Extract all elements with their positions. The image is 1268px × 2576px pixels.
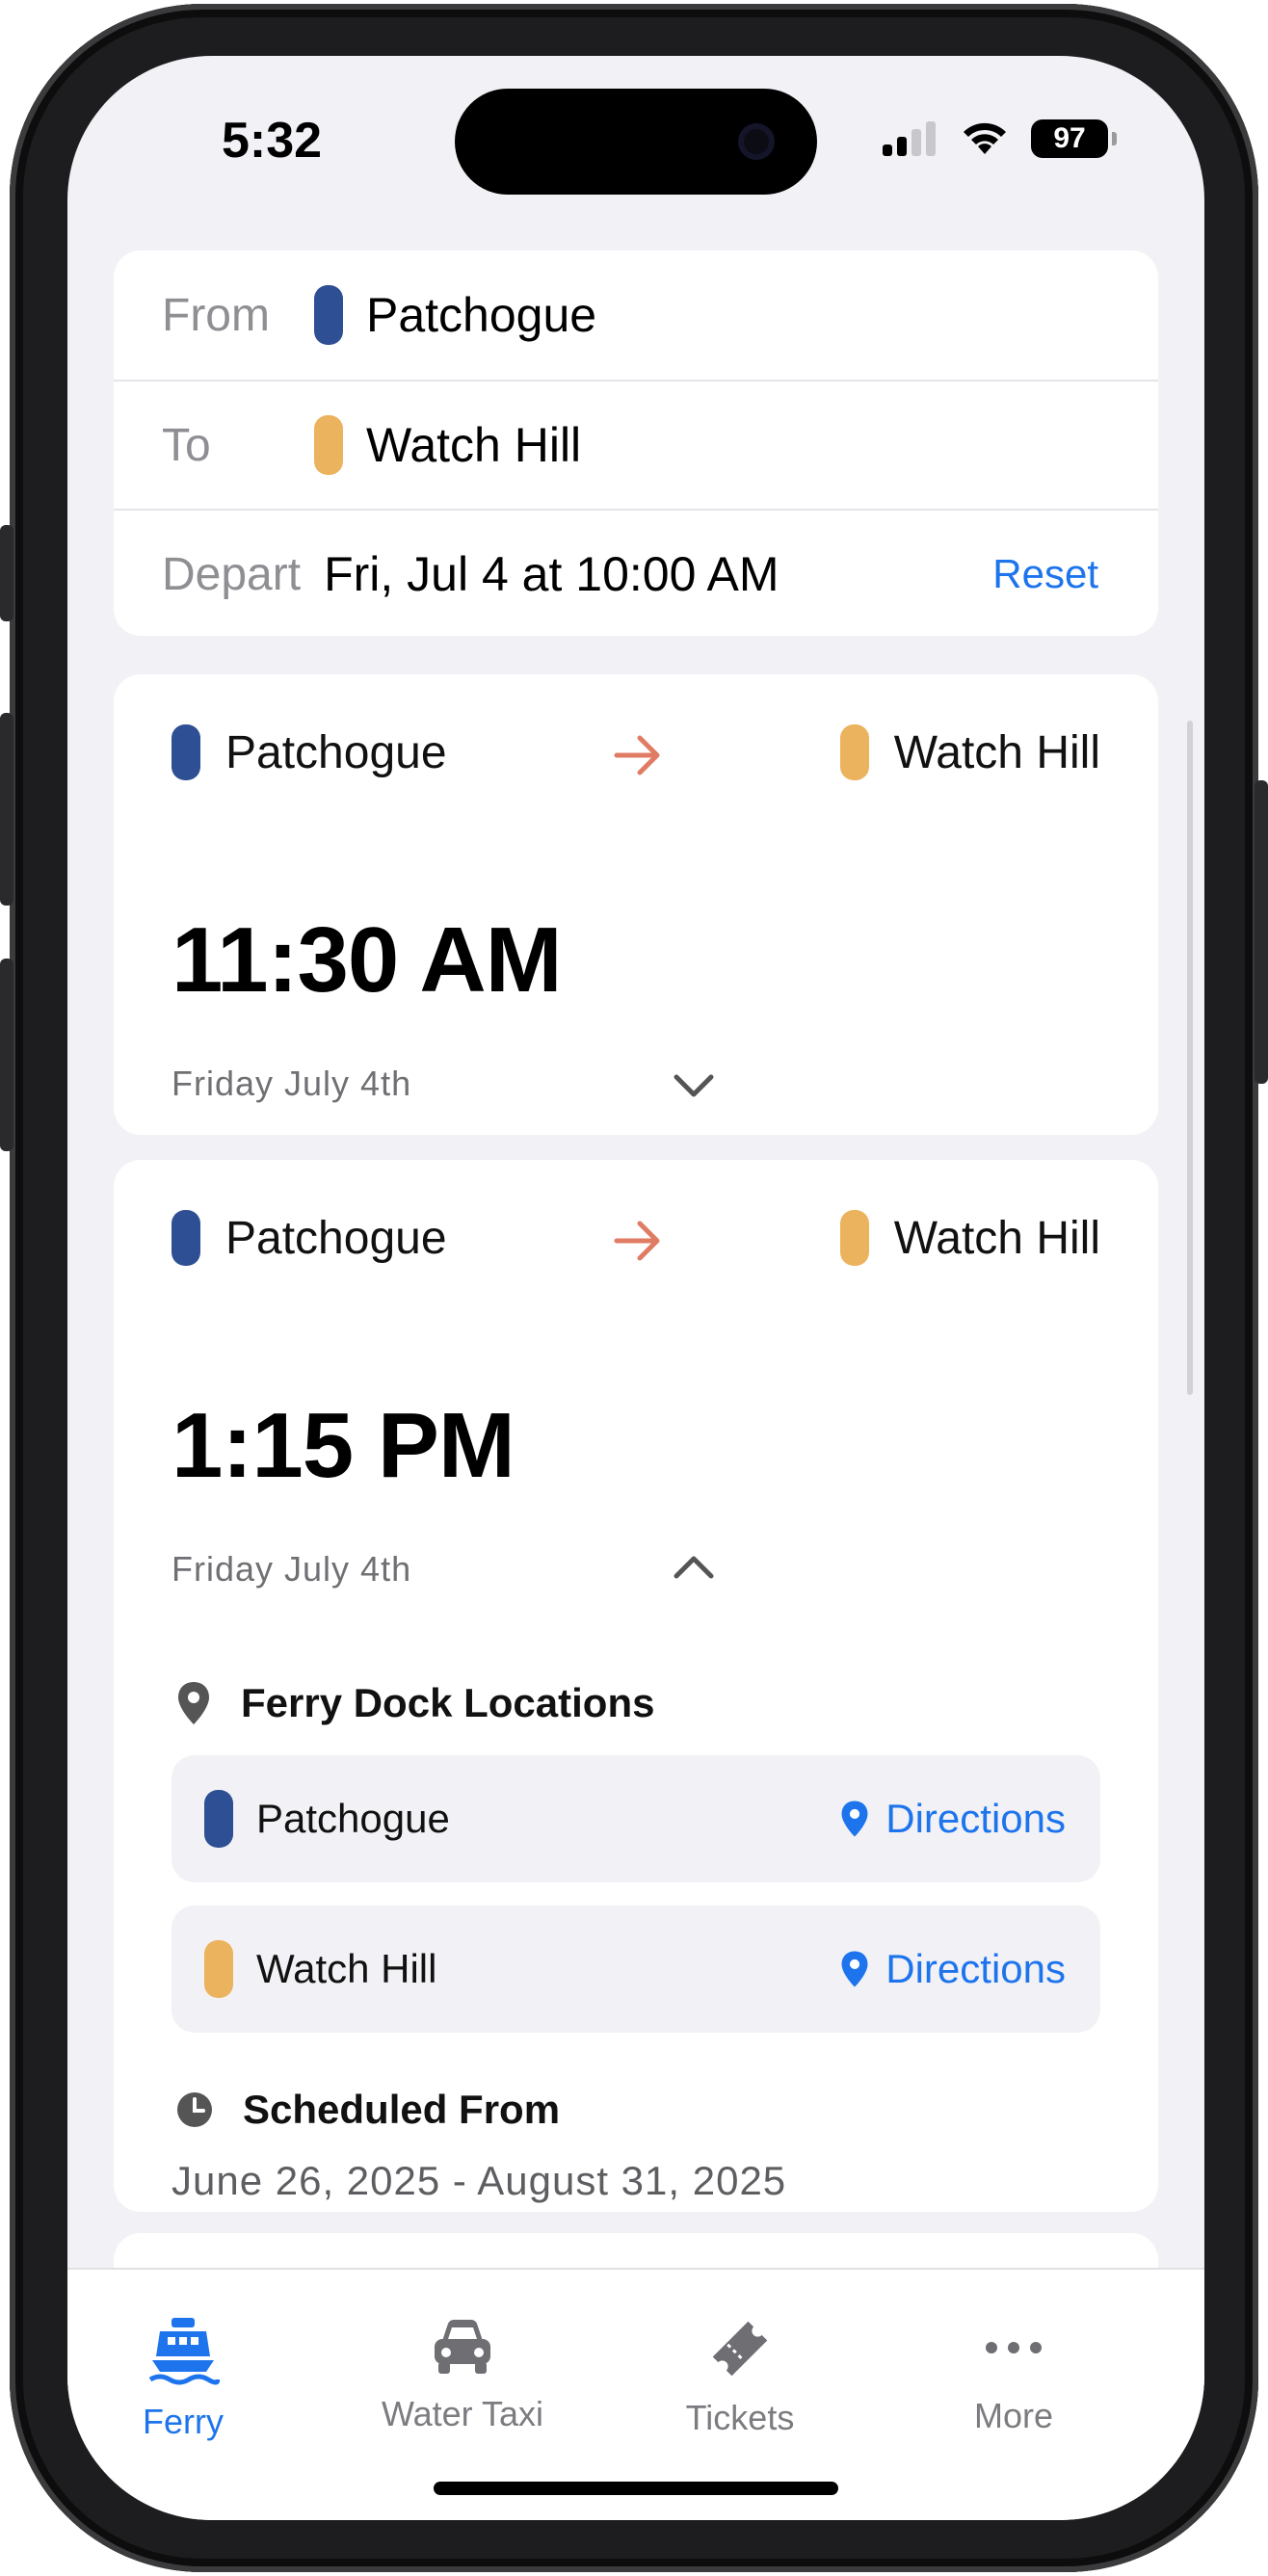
schedule-title-text: Scheduled From [243,2087,561,2132]
tab-label: Ferry [143,2402,224,2441]
trip-origin-name: Patchogue [225,1212,447,1264]
directions-label: Directions [885,1796,1066,1841]
tab-bar: Ferry Water Taxi Tickets More [67,2268,1204,2520]
trip-date: Friday July 4th [172,1549,412,1589]
tab-label: Tickets [685,2398,795,2437]
trip-route: Patchogue Watch Hill [172,724,1100,786]
watch-hill-marker [314,415,343,475]
from-label: From [162,289,270,341]
screen: 5:32 97 From Patchogue To Watch Hill Dep… [67,56,1204,2520]
tab-tickets[interactable]: Tickets [624,2314,856,2438]
trip-departure-time: 1:15 PM [172,1394,515,1497]
route-search-card: From Patchogue To Watch Hill Depart Fri,… [114,250,1158,636]
action-button [0,525,13,621]
ellipsis-icon [986,2342,1042,2353]
status-time: 5:32 [222,113,323,169]
to-label: To [162,419,211,471]
dock-name: Watch Hill [256,1946,437,1991]
depart-row[interactable]: Depart Fri, Jul 4 at 10:00 AM Reset [114,509,1158,638]
ferry-icon [148,2318,221,2385]
scroll-indicator[interactable] [1187,721,1193,1395]
location-pin-icon [841,1801,868,1837]
side-button [1255,780,1268,1084]
from-row[interactable]: From Patchogue [114,250,1158,380]
trip-card-expanded[interactable]: Patchogue Watch Hill 1:15 PM Friday July… [114,1160,1158,2212]
dynamic-island [455,89,817,195]
from-value: Patchogue [366,288,597,342]
trip-destination-name: Watch Hill [893,1212,1100,1264]
trip-destination: Watch Hill [839,724,1100,780]
trip-destination-name: Watch Hill [893,726,1100,778]
patchogue-marker [314,285,343,345]
trip-origin: Patchogue [172,1210,447,1266]
tab-label: More [973,2396,1054,2435]
dock-row-watch-hill: Watch Hill Directions [172,1906,1100,2033]
depart-label: Depart [162,548,302,600]
directions-button[interactable]: Directions [839,1946,1066,1992]
home-indicator[interactable] [434,2482,838,2495]
status-icons: 97 [881,119,1117,158]
trip-origin: Patchogue [172,724,447,780]
camera-icon [738,123,775,160]
battery-level: 97 [1053,122,1086,154]
watch-hill-marker [839,1210,869,1266]
depart-value: Fri, Jul 4 at 10:00 AM [324,547,779,601]
battery-icon: 97 [1031,119,1117,158]
schedule-range: June 26, 2025 - August 31, 2025 [172,2158,787,2203]
docks-title-text: Ferry Dock Locations [241,1680,655,1725]
volume-up-button [0,713,13,906]
arrow-right-icon [614,1221,660,1261]
directions-button[interactable]: Directions [839,1796,1066,1842]
watch-hill-marker [204,1940,233,1998]
trip-departure-time: 11:30 AM [172,908,563,1012]
patchogue-marker [204,1790,233,1848]
location-pin-icon [178,1682,209,1724]
tab-ferry[interactable]: Ferry [67,2314,299,2442]
schedule-section-title: Scheduled From [175,2087,560,2133]
car-icon [435,2320,490,2374]
dock-row-patchogue: Patchogue Directions [172,1755,1100,1882]
to-row[interactable]: To Watch Hill [114,380,1158,509]
wifi-icon [964,122,1006,154]
tab-label: Water Taxi [381,2394,544,2433]
to-value: Watch Hill [366,418,582,472]
chevron-up-icon[interactable] [671,1549,717,1584]
arrow-right-icon [614,735,660,775]
docks-section-title: Ferry Dock Locations [175,1680,654,1726]
volume-down-button [0,959,13,1151]
trip-date: Friday July 4th [172,1064,412,1103]
trip-route: Patchogue Watch Hill [172,1210,1100,1272]
chevron-down-icon[interactable] [671,1069,717,1104]
tab-water-taxi[interactable]: Water Taxi [347,2314,578,2434]
trip-card[interactable]: Patchogue Watch Hill 11:30 AM Friday Jul… [114,674,1158,1135]
ticket-icon [712,2321,768,2377]
trip-destination: Watch Hill [839,1210,1100,1266]
dock-name: Patchogue [256,1796,450,1841]
trip-origin-name: Patchogue [225,726,447,778]
clock-icon [177,2092,212,2127]
tab-more[interactable]: More [898,2314,1129,2436]
patchogue-marker [172,724,200,780]
reset-button[interactable]: Reset [992,551,1098,597]
watch-hill-marker [839,724,869,780]
cellular-signal-icon [883,121,936,156]
patchogue-marker [172,1210,200,1266]
directions-label: Directions [885,1946,1066,1991]
location-pin-icon [841,1951,868,1987]
